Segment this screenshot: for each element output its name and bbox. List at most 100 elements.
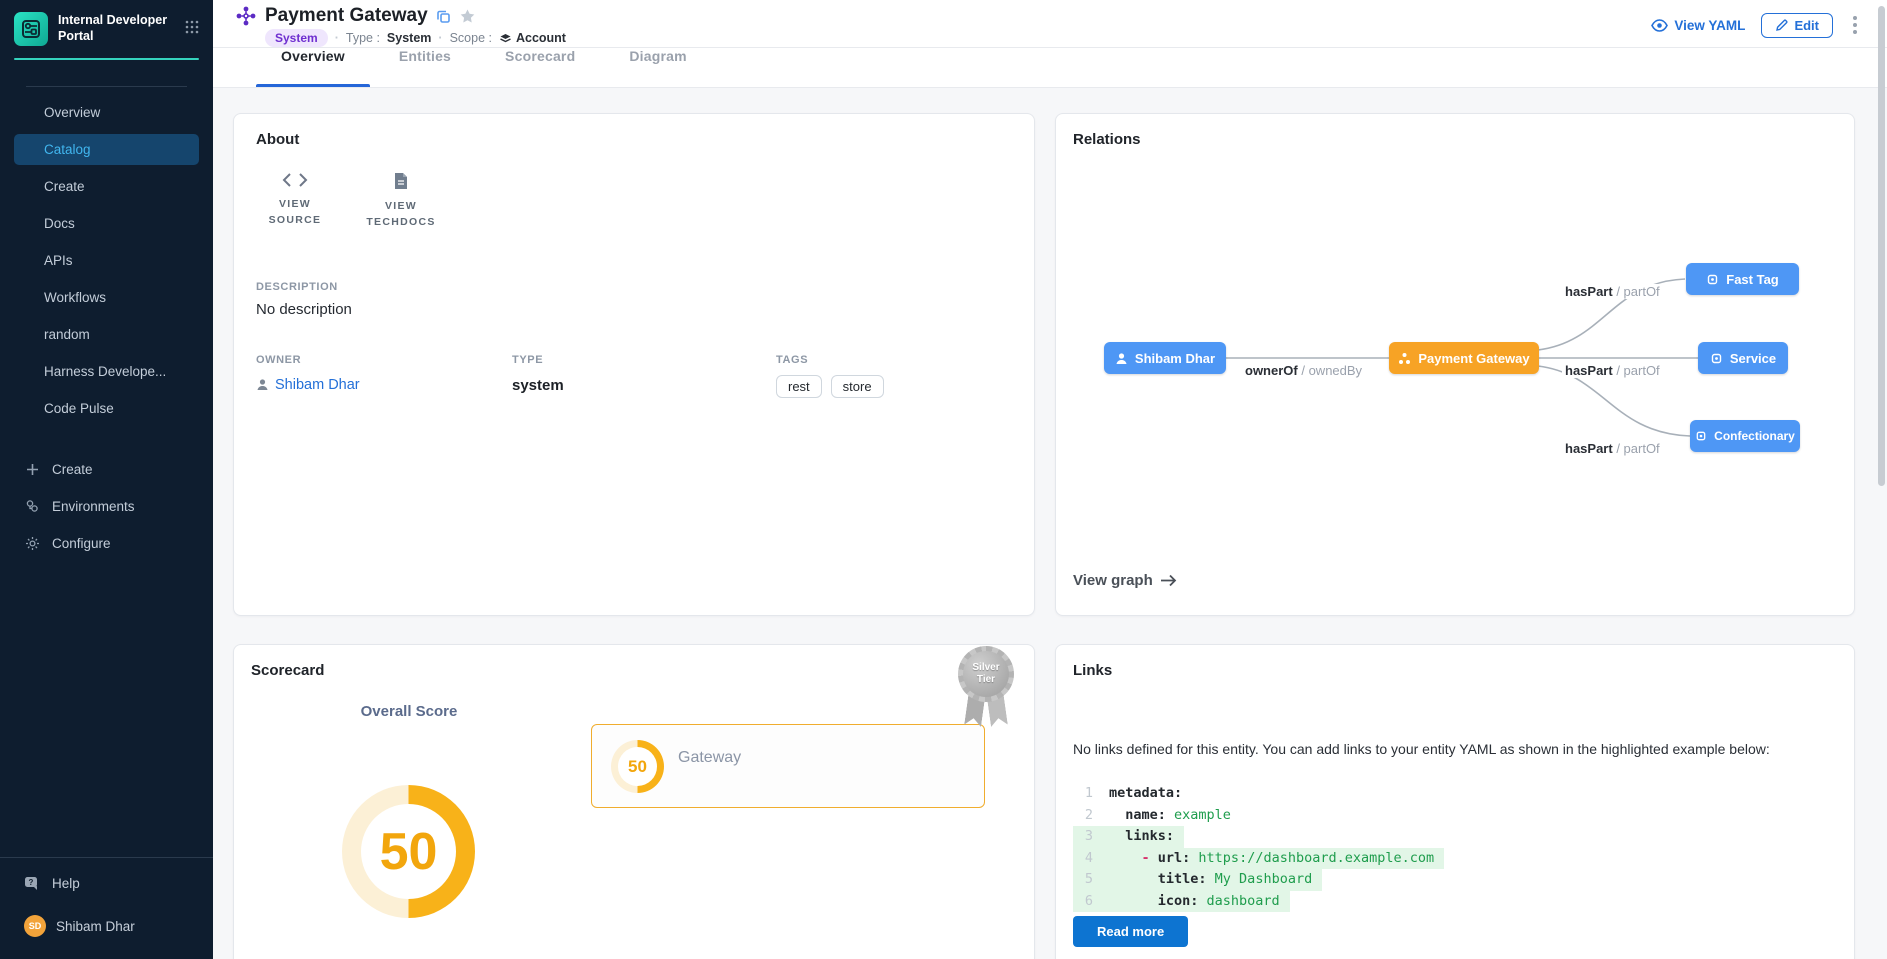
- scope-wrap: Account: [499, 31, 566, 45]
- sidebar-configure[interactable]: Configure: [14, 528, 199, 559]
- description-value: No description: [256, 301, 1012, 318]
- silver-tier-badge: Silver Tier: [956, 644, 1016, 730]
- page-scrollbar-thumb[interactable]: [1878, 6, 1885, 486]
- overall-score-value: 50: [342, 785, 475, 918]
- view-yaml-button[interactable]: View YAML: [1651, 18, 1745, 33]
- document-icon: [393, 172, 409, 190]
- entity-title-block: Payment Gateway System · Type : System ·: [235, 5, 566, 47]
- sidebar-item-overview[interactable]: Overview: [14, 97, 199, 128]
- about-fields: OWNER Shibam Dhar TYPE system TAGS r: [256, 354, 1012, 398]
- entity-header: Payment Gateway System · Type : System ·: [213, 0, 1887, 48]
- gateway-score-value: 50: [611, 740, 664, 793]
- code-line: 1metadata:: [1073, 783, 1837, 805]
- tab-diagram[interactable]: Diagram: [604, 48, 711, 87]
- copy-name-button[interactable]: [436, 9, 451, 24]
- sidebar-item-random[interactable]: random: [14, 319, 199, 350]
- overall-score-label: Overall Score: [324, 703, 494, 720]
- type-value: System: [387, 31, 431, 45]
- title-row: Payment Gateway: [235, 5, 566, 27]
- scope-value: Account: [516, 31, 566, 45]
- favorite-star-button[interactable]: [459, 8, 476, 25]
- sidebar-create-label: Create: [52, 462, 93, 477]
- relation-node-fast-tag[interactable]: Fast Tag: [1686, 263, 1799, 295]
- view-graph-label: View graph: [1073, 572, 1153, 589]
- type-label: Type :: [346, 31, 380, 45]
- chip-icon: [1710, 352, 1723, 365]
- plus-icon: [24, 463, 40, 476]
- read-more-button[interactable]: Read more: [1073, 916, 1188, 947]
- sidebar-item-create[interactable]: Create: [14, 171, 199, 202]
- person-icon: [256, 378, 269, 391]
- app-title: Internal Developer Portal: [58, 13, 175, 44]
- sidebar-nav: Overview Catalog Create Docs APIs Workfl…: [0, 97, 213, 430]
- scorecard-card: Scorecard Overall Score 50 50 Gateway Si…: [233, 644, 1035, 959]
- edge-label-haspart-bottom: hasPart / partOf: [1562, 441, 1663, 456]
- code-line: 3 links:: [1073, 826, 1837, 848]
- view-graph-link[interactable]: View graph: [1073, 572, 1177, 589]
- edge-label-owner: ownerOf / ownedBy: [1242, 363, 1365, 378]
- main-area: Payment Gateway System · Type : System ·: [213, 0, 1887, 959]
- tag-chip-rest[interactable]: rest: [776, 375, 822, 398]
- help-button[interactable]: ? Help: [0, 858, 213, 899]
- user-menu[interactable]: SD Shibam Dhar: [0, 899, 213, 959]
- meta-separator: ·: [335, 31, 339, 45]
- relation-node-confectionary[interactable]: Confectionary: [1690, 420, 1800, 452]
- tags-row: rest store: [776, 375, 1012, 398]
- tags-field: TAGS rest store: [776, 354, 1012, 398]
- relation-node-owner[interactable]: Shibam Dhar: [1104, 342, 1226, 374]
- relations-card: Relations Shibam Dhar: [1055, 113, 1855, 616]
- view-techdocs-label: VIEW TECHDOCS: [362, 199, 440, 231]
- person-icon: [1115, 352, 1128, 365]
- more-options-button[interactable]: [1849, 12, 1861, 38]
- tags-label: TAGS: [776, 354, 1012, 366]
- sidebar-create-action[interactable]: Create: [14, 454, 199, 485]
- account-scope-icon: [499, 32, 512, 45]
- code-line: 4 - url: https://dashboard.example.com: [1073, 848, 1837, 870]
- edit-button[interactable]: Edit: [1761, 13, 1833, 38]
- sidebar-divider: [26, 86, 187, 87]
- kind-badge: System: [265, 29, 328, 47]
- user-name: Shibam Dhar: [56, 919, 135, 934]
- sidebar-item-apis[interactable]: APIs: [14, 245, 199, 276]
- sidebar-item-catalog[interactable]: Catalog: [14, 134, 199, 165]
- owner-link[interactable]: Shibam Dhar: [256, 377, 512, 393]
- about-card: About VIEW SOURCE VIEW TECHDOCS: [233, 113, 1035, 616]
- sidebar-logo-row: Internal Developer Portal: [0, 0, 213, 56]
- links-empty-text: No links defined for this entity. You ca…: [1073, 741, 1837, 757]
- relation-node-label: Payment Gateway: [1418, 351, 1529, 366]
- gateway-scorecard-name: Gateway: [678, 749, 741, 767]
- tag-chip-store[interactable]: store: [831, 375, 884, 398]
- relation-node-service[interactable]: Service: [1698, 342, 1788, 374]
- gear-icon: [24, 536, 40, 551]
- view-source-label: VIEW SOURCE: [256, 197, 334, 229]
- tier-line1: Silver: [972, 662, 999, 674]
- sidebar: Internal Developer Portal Overview Catal…: [0, 0, 213, 959]
- relation-node-payment-gateway[interactable]: Payment Gateway: [1389, 342, 1539, 374]
- sidebar-item-harness-developer[interactable]: Harness Develope...: [14, 356, 199, 387]
- code-line: 2 name: example: [1073, 805, 1837, 827]
- owner-name: Shibam Dhar: [275, 377, 360, 393]
- copy-icon: [436, 9, 451, 24]
- view-techdocs-button[interactable]: VIEW TECHDOCS: [362, 172, 440, 231]
- apps-grid-icon[interactable]: [185, 20, 199, 39]
- system-group-icon: [1398, 352, 1411, 365]
- tab-overview[interactable]: Overview: [256, 48, 370, 87]
- sidebar-item-docs[interactable]: Docs: [14, 208, 199, 239]
- gateway-scorecard[interactable]: 50 Gateway: [591, 724, 985, 808]
- entity-meta-row: System · Type : System · Scope : Account: [235, 29, 566, 47]
- relation-node-label: Confectionary: [1714, 429, 1795, 443]
- sidebar-item-code-pulse[interactable]: Code Pulse: [14, 393, 199, 424]
- relation-node-label: Shibam Dhar: [1135, 351, 1215, 366]
- scorecard-title: Scorecard: [251, 662, 1017, 679]
- yaml-example-code: 1metadata:2 name: example3 links:4 - url…: [1073, 783, 1837, 912]
- edit-label: Edit: [1794, 18, 1819, 33]
- tab-entities[interactable]: Entities: [374, 48, 476, 87]
- help-icon: ?: [24, 876, 40, 891]
- sidebar-environments[interactable]: Environments: [14, 491, 199, 522]
- relation-node-label: Fast Tag: [1726, 272, 1779, 287]
- header-actions: View YAML Edit: [1651, 5, 1861, 38]
- chip-icon: [1695, 430, 1707, 442]
- sidebar-item-workflows[interactable]: Workflows: [14, 282, 199, 313]
- tab-scorecard[interactable]: Scorecard: [480, 48, 600, 87]
- view-source-button[interactable]: VIEW SOURCE: [256, 172, 334, 231]
